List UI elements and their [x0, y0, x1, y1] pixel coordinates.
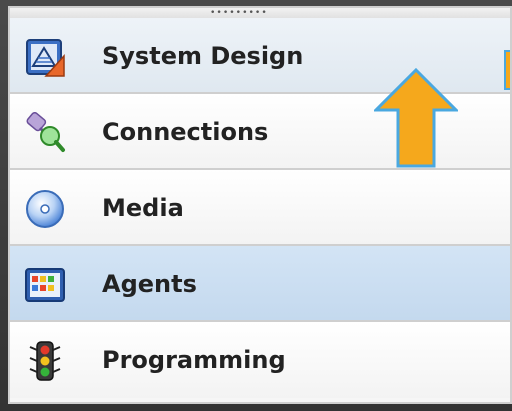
- nav-item-label: Agents: [102, 270, 197, 298]
- nav-item-programming[interactable]: Programming: [10, 322, 510, 398]
- grip-dots: •••••••••: [210, 8, 268, 18]
- up-arrow-icon: [374, 68, 458, 168]
- nav-item-agents[interactable]: Agents: [10, 246, 510, 322]
- nav-item-label: System Design: [102, 42, 304, 70]
- media-icon: [26, 190, 64, 228]
- nav-item-label: Connections: [102, 118, 269, 146]
- window-frame: ••••••••• System Design Connections Medi…: [0, 0, 512, 411]
- navigation-panel: ••••••••• System Design Connections Medi…: [8, 6, 512, 404]
- nav-item-label: Media: [102, 194, 184, 222]
- nav-item-label: Programming: [102, 346, 286, 374]
- side-arrow-marker: [504, 50, 510, 90]
- system-design-icon: [26, 39, 65, 77]
- agents-icon: [25, 268, 65, 302]
- nav-item-media[interactable]: Media: [10, 170, 510, 246]
- connections-icon: [26, 112, 65, 152]
- programming-icon: [29, 341, 61, 381]
